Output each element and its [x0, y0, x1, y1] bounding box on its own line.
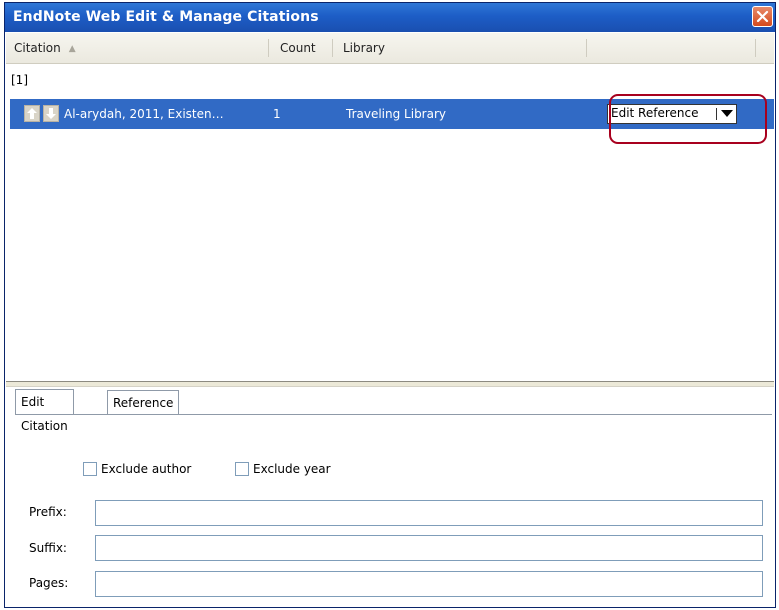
citation-row[interactable]: Al-arydah, 2011, Existen… 1 Traveling Li… [10, 99, 774, 129]
column-header-citation-label: Citation [14, 41, 61, 55]
column-header-library[interactable]: Library [343, 33, 385, 63]
column-header-library-label: Library [343, 41, 385, 55]
citation-library: Traveling Library [346, 107, 447, 121]
edit-panel: Edit Citation Reference Exclude author E… [6, 387, 774, 607]
edit-reference-label: Edit Reference [611, 106, 699, 120]
citation-text: Al-arydah, 2011, Existen… [64, 107, 224, 121]
edit-reference-dropdown[interactable]: Edit Reference [607, 104, 737, 124]
close-icon [756, 10, 769, 23]
exclude-author-box[interactable] [83, 462, 97, 476]
column-header-row: Citation ▲ Count Library [6, 33, 774, 64]
citations-window: EndNote Web Edit & Manage Citations Cita… [4, 2, 776, 608]
tab-reference[interactable]: Reference [107, 390, 180, 414]
tab-edit-citation[interactable]: Edit Citation [15, 389, 74, 433]
citation-count: 1 [273, 107, 281, 121]
title-bar[interactable]: EndNote Web Edit & Manage Citations [5, 3, 775, 32]
pages-field[interactable] [95, 571, 763, 597]
exclude-year-box[interactable] [235, 462, 249, 476]
column-header-count-label: Count [280, 41, 316, 55]
exclude-author-label: Exclude author [101, 462, 192, 476]
column-header-citation[interactable]: Citation ▲ [14, 33, 76, 63]
tab-content: Exclude author Exclude year Prefix: Suff… [15, 414, 772, 608]
column-divider[interactable] [268, 39, 269, 57]
column-divider[interactable] [332, 39, 333, 57]
column-header-count[interactable]: Count [280, 33, 316, 63]
arrow-down-icon [46, 108, 56, 119]
prefix-label: Prefix: [29, 505, 67, 519]
move-up-button[interactable] [24, 105, 40, 122]
exclude-year-label: Exclude year [253, 462, 331, 476]
pages-label: Pages: [29, 576, 69, 590]
chevron-down-icon [721, 110, 733, 117]
prefix-field[interactable] [95, 500, 763, 526]
citation-group-label: [1] [11, 73, 28, 87]
arrow-up-icon [27, 108, 37, 119]
move-down-button[interactable] [43, 105, 59, 122]
dropdown-divider [716, 108, 717, 120]
window-title: EndNote Web Edit & Manage Citations [13, 9, 319, 25]
suffix-field[interactable] [95, 535, 763, 561]
sort-ascending-icon: ▲ [68, 43, 76, 54]
column-divider[interactable] [755, 39, 756, 57]
column-divider[interactable] [586, 39, 587, 57]
suffix-label: Suffix: [29, 541, 67, 555]
close-button[interactable] [752, 6, 773, 27]
